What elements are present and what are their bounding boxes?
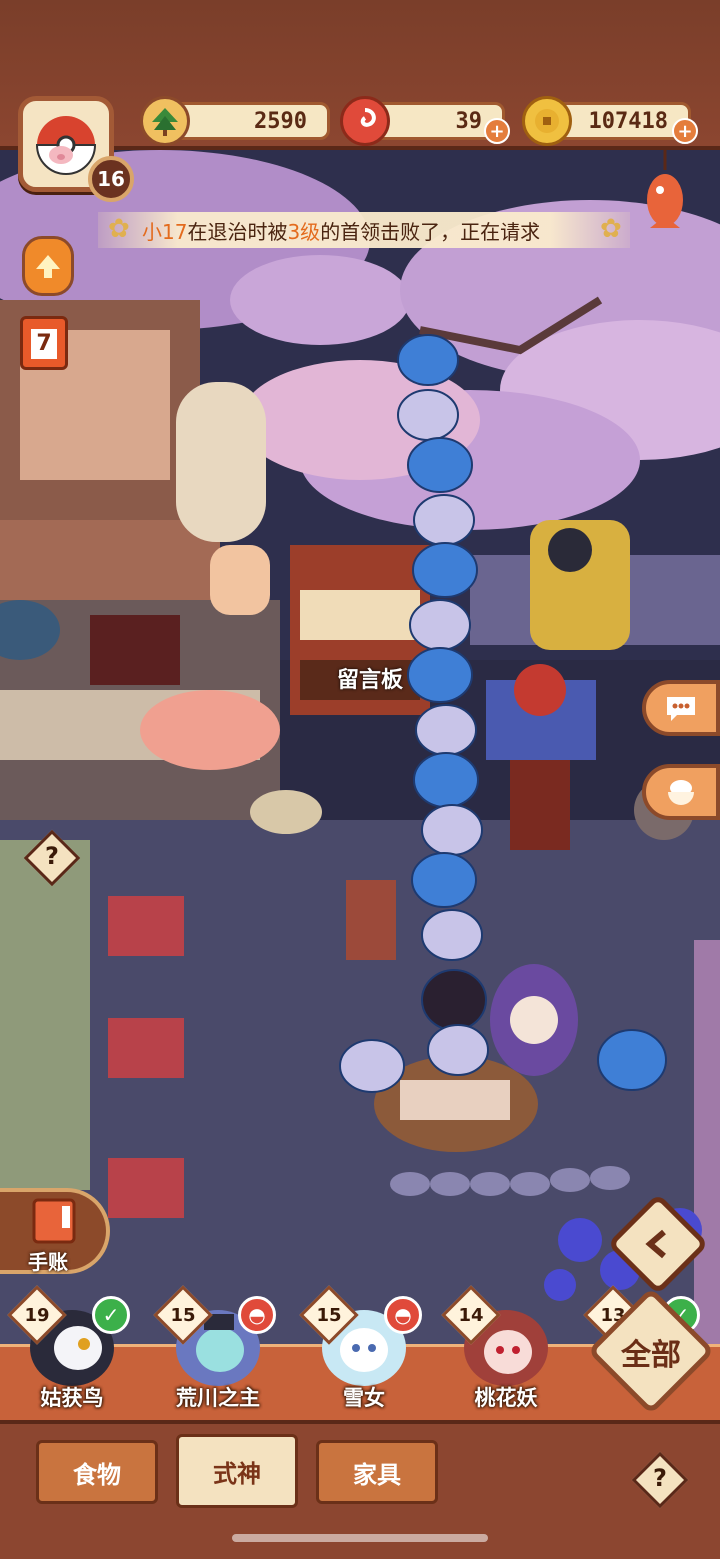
coin-icon xyxy=(522,96,572,146)
tab-shikigami[interactable]: 式神 xyxy=(176,1434,298,1508)
bottom-help-question-mark: ? xyxy=(653,1464,667,1492)
shikigami-card[interactable]: 14 桃花妖 xyxy=(441,1285,570,1420)
shikigami-card[interactable]: 19 ✓ 姑获鸟 xyxy=(7,1285,136,1420)
check-icon: ✓ xyxy=(92,1296,130,1334)
dish-icon: ◓ xyxy=(384,1296,422,1334)
player-level-badge: 16 xyxy=(88,156,134,202)
shikigami-card[interactable]: 15 ◓ 荒川之主 xyxy=(153,1285,282,1420)
shikigami-level: 19 xyxy=(24,1304,50,1326)
tab-furniture[interactable]: 家具 xyxy=(316,1440,438,1504)
shikigami-card[interactable]: 15 ◓ 雪女 xyxy=(299,1285,428,1420)
add-coin-button[interactable]: + xyxy=(672,118,698,144)
notice-boss-level: 3级 xyxy=(287,219,321,244)
flower-ornament-icon: ✿ xyxy=(600,214,622,244)
notice-player-name: 小17 xyxy=(142,219,188,244)
dish-icon: ◓ xyxy=(238,1296,276,1334)
upgrade-lantern-button[interactable] xyxy=(22,236,74,296)
shikigami-level: 15 xyxy=(170,1304,196,1326)
calendar-day: 7 xyxy=(31,329,57,359)
chat-bubble-icon xyxy=(667,697,695,721)
cooking-button[interactable] xyxy=(642,764,720,820)
rice-bowl-icon xyxy=(668,780,694,805)
chevron-left-icon xyxy=(645,1229,666,1259)
shikigami-name: 姑获鸟 xyxy=(40,1386,104,1410)
fish-charm-icon[interactable] xyxy=(640,150,690,240)
notice-text-2: 的首领击败了，正在请求 xyxy=(320,219,541,244)
home-indicator[interactable] xyxy=(232,1534,488,1542)
arrow-up-icon xyxy=(36,255,60,278)
pine-icon xyxy=(140,96,190,146)
shikigami-name: 荒川之主 xyxy=(176,1386,260,1410)
red-swirl-icon xyxy=(340,96,390,146)
shikigami-level: 14 xyxy=(458,1304,484,1326)
help-question-mark: ? xyxy=(45,842,59,870)
calendar-button[interactable]: 7 xyxy=(20,316,68,370)
journal-book-icon xyxy=(32,1198,76,1244)
journal-label: 手账 xyxy=(28,1250,68,1274)
shikigami-level: 15 xyxy=(316,1304,342,1326)
message-board-sign[interactable]: 留言板 xyxy=(320,662,420,694)
shikigami-name: 桃花妖 xyxy=(474,1386,538,1410)
notice-text-1: 在退治时被 xyxy=(187,219,288,244)
flower-ornament-icon: ✿ xyxy=(108,214,130,244)
add-red-ticket-button[interactable]: + xyxy=(484,118,510,144)
filter-all-label: 全部 xyxy=(621,1338,681,1373)
notice-banner: 小17 在退治时被 3级 的首领击败了，正在请求 xyxy=(98,212,630,248)
tab-food[interactable]: 食物 xyxy=(36,1440,158,1504)
chat-button[interactable] xyxy=(642,680,720,736)
shikigami-name: 雪女 xyxy=(343,1386,385,1410)
